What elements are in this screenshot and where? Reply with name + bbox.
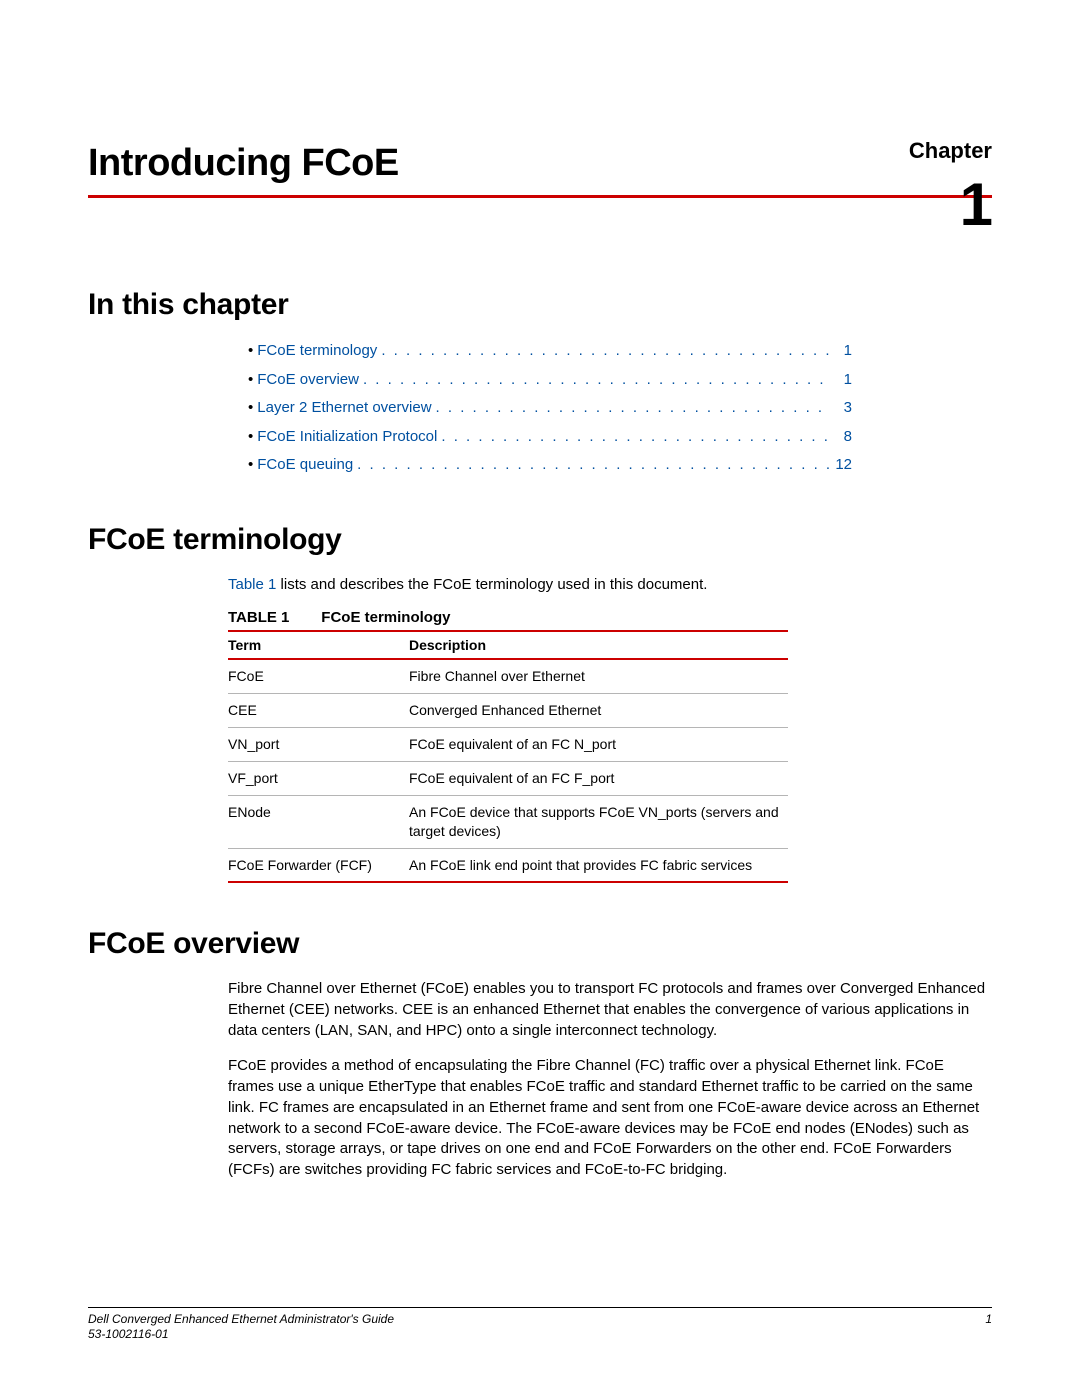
cell-term: FCoE Forwarder (FCF) (228, 848, 409, 882)
cell-term: ENode (228, 795, 409, 848)
toc-label[interactable]: FCoE queuing (257, 454, 353, 477)
table-number: TABLE 1 (228, 609, 289, 626)
toc-item: • FCoE Initialization Protocol . . . . .… (248, 426, 852, 449)
terminology-table-block: TABLE 1 FCoE terminology Term Descriptio… (228, 609, 788, 883)
table-header-row: Term Description (228, 631, 788, 659)
cell-desc: FCoE equivalent of an FC F_port (409, 761, 788, 795)
toc-leader: . . . . . . . . . . . . . . . . . . . . … (377, 340, 830, 363)
terminology-intro-rest: lists and describes the FCoE terminology… (276, 576, 707, 593)
cell-desc: Converged Enhanced Ethernet (409, 694, 788, 728)
overview-para-1: Fibre Channel over Ethernet (FCoE) enabl… (228, 979, 992, 1041)
section-fcoe-overview: FCoE overview (88, 927, 992, 961)
table-row: ENode An FCoE device that supports FCoE … (228, 795, 788, 848)
toc-page[interactable]: 8 (830, 426, 852, 449)
toc-leader: . . . . . . . . . . . . . . . . . . . . … (359, 369, 830, 392)
toc-page[interactable]: 1 (830, 369, 852, 392)
col-term: Term (228, 631, 409, 659)
section-in-this-chapter: In this chapter (88, 288, 992, 322)
table-row: CEE Converged Enhanced Ethernet (228, 694, 788, 728)
toc-item: • FCoE overview . . . . . . . . . . . . … (248, 369, 852, 392)
footer-page-number: 1 (985, 1312, 992, 1343)
chapter-title: Introducing FCoE (88, 142, 992, 195)
cell-term: VN_port (228, 727, 409, 761)
bullet-icon: • (248, 340, 253, 363)
chapter-header: Chapter 1 Introducing FCoE (88, 142, 992, 198)
chapter-number: 1 (960, 170, 992, 239)
toc-label[interactable]: FCoE terminology (257, 340, 377, 363)
toc: • FCoE terminology . . . . . . . . . . .… (248, 340, 852, 477)
bullet-icon: • (248, 369, 253, 392)
bullet-icon: • (248, 397, 253, 420)
toc-page[interactable]: 1 (830, 340, 852, 363)
toc-page[interactable]: 12 (830, 454, 852, 477)
terminology-intro: Table 1 lists and describes the FCoE ter… (228, 575, 992, 596)
section-fcoe-terminology: FCoE terminology (88, 523, 992, 557)
cell-desc: Fibre Channel over Ethernet (409, 659, 788, 693)
table-title: FCoE terminology (321, 609, 450, 626)
table-row: FCoE Forwarder (FCF) An FCoE link end po… (228, 848, 788, 882)
toc-leader: . . . . . . . . . . . . . . . . . . . . … (353, 454, 830, 477)
col-description: Description (409, 631, 788, 659)
footer-left: Dell Converged Enhanced Ethernet Adminis… (88, 1312, 394, 1343)
toc-item: • FCoE terminology . . . . . . . . . . .… (248, 340, 852, 363)
footer-doc-id: 53-1002116-01 (88, 1327, 394, 1343)
page: Chapter 1 Introducing FCoE In this chapt… (0, 0, 1080, 1397)
toc-leader: . . . . . . . . . . . . . . . . . . . . … (432, 397, 830, 420)
table-row: VF_port FCoE equivalent of an FC F_port (228, 761, 788, 795)
bullet-icon: • (248, 426, 253, 449)
cell-term: FCoE (228, 659, 409, 693)
cell-desc: FCoE equivalent of an FC N_port (409, 727, 788, 761)
table-row: FCoE Fibre Channel over Ethernet (228, 659, 788, 693)
toc-item: • FCoE queuing . . . . . . . . . . . . .… (248, 454, 852, 477)
cell-term: CEE (228, 694, 409, 728)
overview-para-2: FCoE provides a method of encapsulating … (228, 1056, 992, 1180)
footer-doc-title: Dell Converged Enhanced Ethernet Adminis… (88, 1312, 394, 1328)
toc-leader: . . . . . . . . . . . . . . . . . . . . … (437, 426, 830, 449)
bullet-icon: • (248, 454, 253, 477)
table-caption: TABLE 1 FCoE terminology (228, 609, 788, 626)
toc-label[interactable]: FCoE Initialization Protocol (257, 426, 437, 449)
toc-item: • Layer 2 Ethernet overview . . . . . . … (248, 397, 852, 420)
toc-label[interactable]: Layer 2 Ethernet overview (257, 397, 431, 420)
page-footer: Dell Converged Enhanced Ethernet Adminis… (88, 1307, 992, 1343)
toc-label[interactable]: FCoE overview (257, 369, 359, 392)
table-row: VN_port FCoE equivalent of an FC N_port (228, 727, 788, 761)
cell-desc: An FCoE link end point that provides FC … (409, 848, 788, 882)
cell-term: VF_port (228, 761, 409, 795)
table-ref-link[interactable]: Table 1 (228, 576, 276, 593)
chapter-label: Chapter (909, 138, 992, 164)
header-rule (88, 195, 992, 198)
terminology-table: Term Description FCoE Fibre Channel over… (228, 630, 788, 883)
toc-page[interactable]: 3 (830, 397, 852, 420)
cell-desc: An FCoE device that supports FCoE VN_por… (409, 795, 788, 848)
